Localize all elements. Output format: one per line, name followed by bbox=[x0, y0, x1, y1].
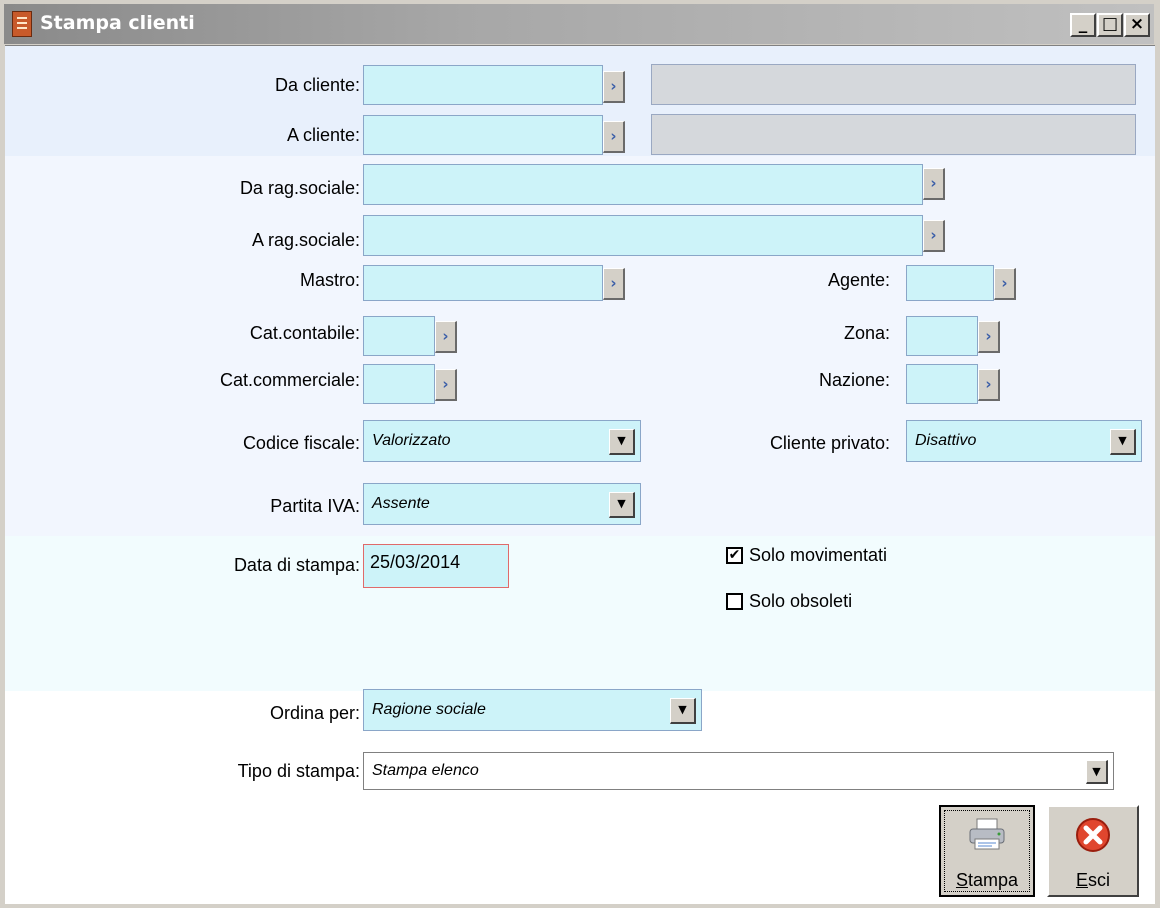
stampa-button-label: Stampa bbox=[955, 870, 1019, 890]
maximize-button[interactable]: □ bbox=[1097, 13, 1123, 37]
solo-movimentati-checkbox[interactable]: ✔ bbox=[726, 547, 743, 564]
mastro-zoom-button[interactable]: › bbox=[603, 268, 625, 300]
codice-fiscale-value: Valorizzato bbox=[372, 432, 451, 449]
printer-icon bbox=[969, 818, 1005, 850]
agente-zoom-button[interactable]: › bbox=[994, 268, 1016, 300]
zona-label: Zona: bbox=[843, 323, 890, 343]
title-bar[interactable]: Stampa clienti _ □ × bbox=[4, 4, 1154, 44]
codice-fiscale-dropdown-icon[interactable]: ▼ bbox=[609, 429, 635, 455]
tipo-stampa-dropdown-icon[interactable]: ▼ bbox=[1086, 760, 1108, 784]
cliente-privato-combo[interactable]: Disattivo ▼ bbox=[906, 420, 1142, 462]
a-cliente-input[interactable] bbox=[363, 115, 603, 155]
solo-obsoleti-label[interactable]: Solo obsoleti bbox=[749, 591, 852, 612]
cat-contabile-zoom-button[interactable]: › bbox=[435, 321, 457, 353]
exit-icon bbox=[1076, 818, 1110, 852]
ordina-per-dropdown-icon[interactable]: ▼ bbox=[670, 698, 696, 724]
a-cliente-description bbox=[651, 114, 1136, 155]
partita-iva-dropdown-icon[interactable]: ▼ bbox=[609, 492, 635, 518]
minimize-button[interactable]: _ bbox=[1070, 13, 1096, 37]
cat-commerciale-label: Cat.commerciale: bbox=[219, 370, 360, 390]
ordina-per-value: Ragione sociale bbox=[372, 701, 486, 718]
da-cliente-description bbox=[651, 64, 1136, 105]
da-cliente-label: Da cliente: bbox=[274, 75, 360, 95]
a-rag-sociale-input[interactable] bbox=[363, 215, 923, 256]
nazione-zoom-button[interactable]: › bbox=[978, 369, 1000, 401]
ordina-per-combo[interactable]: Ragione sociale ▼ bbox=[363, 689, 702, 731]
da-rag-sociale-zoom-button[interactable]: › bbox=[923, 168, 945, 200]
mastro-input[interactable] bbox=[363, 265, 603, 301]
agente-label: Agente: bbox=[827, 270, 890, 290]
agente-input[interactable] bbox=[906, 265, 994, 301]
esci-button[interactable]: Esci bbox=[1047, 805, 1139, 897]
cliente-privato-label: Cliente privato: bbox=[769, 433, 890, 453]
report-icon bbox=[12, 11, 32, 37]
esci-button-label: Esci bbox=[1075, 870, 1110, 890]
codice-fiscale-combo[interactable]: Valorizzato ▼ bbox=[363, 420, 641, 462]
window-title: Stampa clienti bbox=[40, 12, 195, 34]
nazione-input[interactable] bbox=[906, 364, 978, 404]
mastro-label: Mastro: bbox=[299, 270, 360, 290]
a-rag-sociale-label: A rag.sociale: bbox=[251, 230, 360, 250]
window: Stampa clienti _ □ × Da cliente: › A cli… bbox=[0, 0, 1160, 908]
data-stampa-label: Data di stampa: bbox=[233, 555, 360, 575]
solo-obsoleti-checkbox[interactable] bbox=[726, 593, 743, 610]
tipo-stampa-value: Stampa elenco bbox=[372, 762, 479, 779]
stampa-button[interactable]: Stampa bbox=[939, 805, 1035, 897]
tipo-stampa-label: Tipo di stampa: bbox=[237, 761, 360, 781]
zona-zoom-button[interactable]: › bbox=[978, 321, 1000, 353]
cliente-privato-value: Disattivo bbox=[915, 432, 977, 449]
partita-iva-label: Partita IVA: bbox=[270, 496, 360, 516]
tipo-stampa-combo[interactable]: Stampa elenco ▼ bbox=[363, 752, 1114, 790]
nazione-label: Nazione: bbox=[818, 370, 890, 390]
close-button[interactable]: × bbox=[1124, 13, 1150, 37]
partita-iva-value: Assente bbox=[372, 495, 430, 512]
solo-movimentati-label[interactable]: Solo movimentati bbox=[749, 545, 887, 566]
da-cliente-input[interactable] bbox=[363, 65, 603, 105]
da-rag-sociale-label: Da rag.sociale: bbox=[239, 178, 360, 198]
a-cliente-zoom-button[interactable]: › bbox=[603, 121, 625, 153]
a-rag-sociale-zoom-button[interactable]: › bbox=[923, 220, 945, 252]
cat-contabile-label: Cat.contabile: bbox=[249, 323, 360, 343]
ordina-per-label: Ordina per: bbox=[269, 703, 360, 723]
da-cliente-zoom-button[interactable]: › bbox=[603, 71, 625, 103]
da-rag-sociale-input[interactable] bbox=[363, 164, 923, 205]
codice-fiscale-label: Codice fiscale: bbox=[242, 433, 360, 453]
partita-iva-combo[interactable]: Assente ▼ bbox=[363, 483, 641, 525]
cat-commerciale-input[interactable] bbox=[363, 364, 435, 404]
cat-commerciale-zoom-button[interactable]: › bbox=[435, 369, 457, 401]
a-cliente-label: A cliente: bbox=[286, 125, 360, 145]
cat-contabile-input[interactable] bbox=[363, 316, 435, 356]
cliente-privato-dropdown-icon[interactable]: ▼ bbox=[1110, 429, 1136, 455]
data-stampa-input[interactable]: 25/03/2014 bbox=[363, 544, 509, 588]
zona-input[interactable] bbox=[906, 316, 978, 356]
form-body: Da cliente: › A cliente: › Da rag.social… bbox=[5, 45, 1155, 904]
